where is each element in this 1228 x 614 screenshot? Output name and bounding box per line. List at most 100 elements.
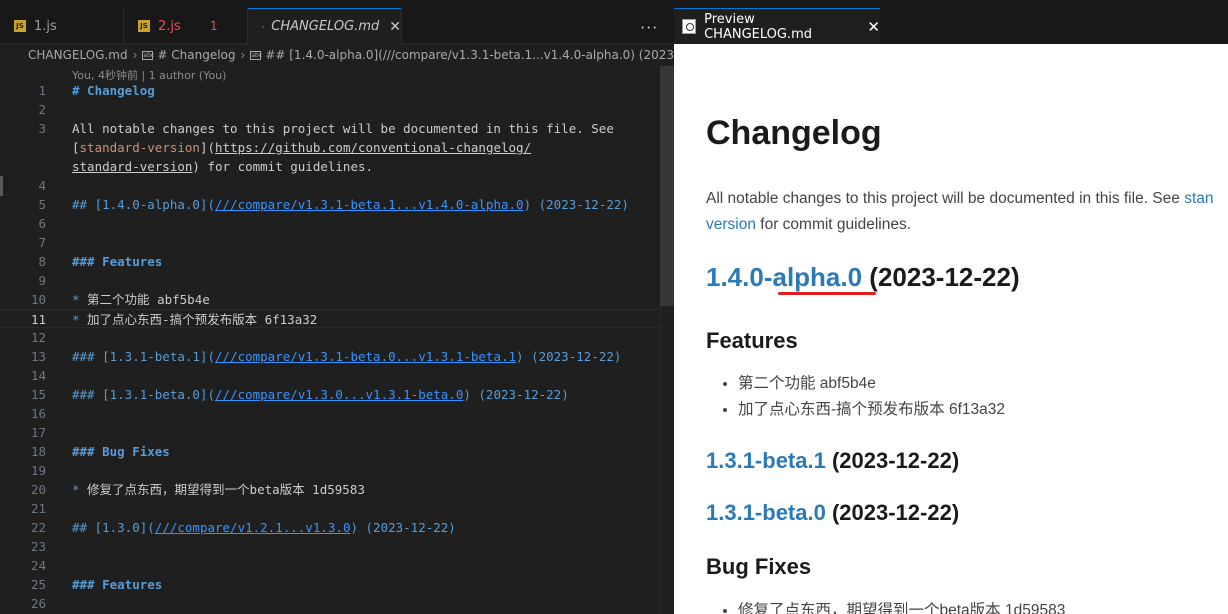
line-text: # Changelog: [72, 81, 155, 100]
line-number: 1: [38, 83, 46, 98]
breadcrumb-heading-1[interactable]: # Changelog: [157, 48, 235, 62]
features-heading: Features: [706, 328, 798, 353]
code-line[interactable]: 16: [0, 404, 660, 423]
code-line[interactable]: 1 # Changelog: [0, 81, 660, 100]
line-number: 2: [38, 102, 46, 117]
code-token: 修复了点东西，期望得到一个beta版本 1d59583: [79, 482, 365, 497]
list-item: 第二个功能 abf5b4e: [738, 371, 1005, 397]
editor-group: JS 1.js JS 2.js 1 CHANGELOG.md ✕ ··· CHA…: [0, 0, 674, 614]
breadcrumb: CHANGELOG.md › abc # Changelog › abc ## …: [0, 44, 674, 66]
tab-label: 2.js: [158, 18, 181, 34]
breadcrumb-heading-2[interactable]: ## [1.4.0-alpha.0](///compare/v1.3.1-bet…: [265, 48, 674, 62]
line-text: standard-version) for commit guidelines.: [72, 157, 373, 176]
list-item: 修复了点东西，期望得到一个beta版本 1d59583: [738, 598, 1065, 614]
beta0-heading: 1.3.1-beta.0 (2023-12-22): [706, 500, 959, 526]
editor-scroll-thumb[interactable]: [660, 66, 674, 306]
code-line[interactable]: 24: [0, 556, 660, 575]
code-token: 加了点心东西-搞个预发布版本 6f13a32: [79, 312, 318, 327]
code-line[interactable]: 3 All notable changes to this project wil…: [0, 119, 660, 138]
code-token: ) (2023-12-22): [523, 197, 629, 212]
code-token: ### Features: [72, 254, 163, 269]
code-line[interactable]: 18 ### Bug Fixes: [0, 442, 660, 461]
code-line[interactable]: 2: [0, 100, 660, 119]
preview-intro-paragraph: All notable changes to this project will…: [706, 186, 1228, 238]
code-line[interactable]: 5 ## [1.4.0-alpha.0](///compare/v1.3.1-be…: [0, 195, 660, 214]
tab-changelog-md[interactable]: CHANGELOG.md ✕: [248, 8, 402, 44]
code-line[interactable]: 13 ### [1.3.1-beta.1](///compare/v1.3.1-b…: [0, 347, 660, 366]
code-token[interactable]: ///compare/v1.3.1-beta.0...v1.3.1-beta.1: [215, 349, 516, 364]
code-line[interactable]: 25 ### Features: [0, 575, 660, 594]
javascript-file-icon: JS: [138, 20, 150, 32]
code-token: ### [1.3.1-beta.1](: [72, 349, 215, 364]
code-token: *: [72, 482, 80, 497]
code-token[interactable]: standard-version: [72, 159, 192, 174]
beta0-link[interactable]: 1.3.1-beta.0: [706, 500, 826, 525]
code-line[interactable]: 11 * 加了点心东西-搞个预发布版本 6f13a32: [0, 309, 660, 328]
code-line[interactable]: 23: [0, 537, 660, 556]
line-number: 25: [30, 577, 46, 592]
line-number: 21: [30, 501, 46, 516]
line-number: 11: [30, 312, 46, 327]
code-line[interactable]: 9: [0, 271, 660, 290]
close-icon[interactable]: ✕: [389, 19, 401, 35]
code-line[interactable]: 7: [0, 233, 660, 252]
bugfix-list: 修复了点东西，期望得到一个beta版本 1d59583: [738, 598, 1065, 614]
code-line[interactable]: standard-version) for commit guidelines.: [0, 157, 660, 176]
history-icon: [262, 25, 265, 28]
line-number: 13: [30, 349, 46, 364]
line-number: 8: [38, 254, 46, 269]
release-heading: 1.4.0-alpha.0 (2023-12-22): [706, 262, 1020, 293]
code-token[interactable]: ///compare/v1.3.0...v1.3.1-beta.0: [215, 387, 463, 402]
line-text: ### [1.3.1-beta.0](///compare/v1.3.0...v…: [72, 385, 569, 404]
line-number: 24: [30, 558, 46, 573]
code-line[interactable]: 12: [0, 328, 660, 347]
standard-version-link-cont[interactable]: version: [706, 216, 756, 233]
intro-text: All notable changes to this project will…: [706, 190, 1185, 207]
tab-label: CHANGELOG.md: [271, 19, 380, 34]
code-token: All notable changes to this project will…: [72, 121, 614, 136]
line-text: ### [1.3.1-beta.1](///compare/v1.3.1-bet…: [72, 347, 621, 366]
tab-label: Preview CHANGELOG.md: [704, 11, 812, 42]
standard-version-link[interactable]: stan: [1184, 190, 1213, 207]
line-number: 3: [38, 121, 46, 136]
close-icon[interactable]: ✕: [867, 18, 880, 36]
more-actions-icon[interactable]: ···: [640, 18, 658, 37]
breadcrumb-file[interactable]: CHANGELOG.md: [28, 48, 128, 62]
git-change-marker: [0, 176, 3, 196]
code-line[interactable]: 10 * 第二个功能 abf5b4e: [0, 290, 660, 309]
code-token[interactable]: https://github.com/conventional-changelo…: [215, 140, 531, 155]
code-line[interactable]: 19: [0, 461, 660, 480]
code-token: ) (2023-12-22): [516, 349, 622, 364]
code-line[interactable]: 14: [0, 366, 660, 385]
line-text: ## [1.3.0](///compare/v1.2.1...v1.3.0) (…: [72, 518, 456, 537]
line-number: 17: [30, 425, 46, 440]
code-token: standard-version: [79, 140, 200, 155]
list-item: 加了点心东西-搞个预发布版本 6f13a32: [738, 397, 1005, 423]
intro-text-end: for commit guidelines.: [755, 216, 912, 233]
release-link[interactable]: 1.4.0-alpha.0: [706, 262, 862, 292]
tab-2-js[interactable]: JS 2.js 1: [124, 8, 248, 44]
code-line[interactable]: 26: [0, 594, 660, 613]
code-line[interactable]: 8 ### Features: [0, 252, 660, 271]
tab-1-js[interactable]: JS 1.js: [0, 8, 124, 44]
beta1-date: (2023-12-22): [825, 448, 960, 473]
tab-preview-changelog[interactable]: Preview CHANGELOG.md ✕: [674, 8, 880, 44]
beta1-link[interactable]: 1.3.1-beta.1: [706, 448, 826, 473]
line-number: 14: [30, 368, 46, 383]
code-line[interactable]: 17: [0, 423, 660, 442]
beta0-date: (2023-12-22): [825, 500, 960, 525]
line-number: 22: [30, 520, 46, 535]
code-line[interactable]: 4: [0, 176, 660, 195]
code-token: ) (2023-12-22): [350, 520, 456, 535]
code-token[interactable]: ///compare/v1.2.1...v1.3.0: [155, 520, 351, 535]
code-token[interactable]: ///compare/v1.3.1-beta.1...v1.4.0-alpha.…: [215, 197, 524, 212]
code-line[interactable]: 22 ## [1.3.0](///compare/v1.2.1...v1.3.0)…: [0, 518, 660, 537]
features-list: 第二个功能 abf5b4e 加了点心东西-搞个预发布版本 6f13a32: [738, 371, 1005, 423]
code-line[interactable]: 6: [0, 214, 660, 233]
line-text: ### Bug Fixes: [72, 442, 170, 461]
code-line[interactable]: [standard-version](https://github.com/co…: [0, 138, 660, 157]
code-editor[interactable]: 1 # Changelog 2 3 All notable changes to thi…: [0, 81, 660, 613]
code-line[interactable]: 15 ### [1.3.1-beta.0](///compare/v1.3.0..…: [0, 385, 660, 404]
code-line[interactable]: 20 * 修复了点东西，期望得到一个beta版本 1d59583: [0, 480, 660, 499]
code-line[interactable]: 21: [0, 499, 660, 518]
